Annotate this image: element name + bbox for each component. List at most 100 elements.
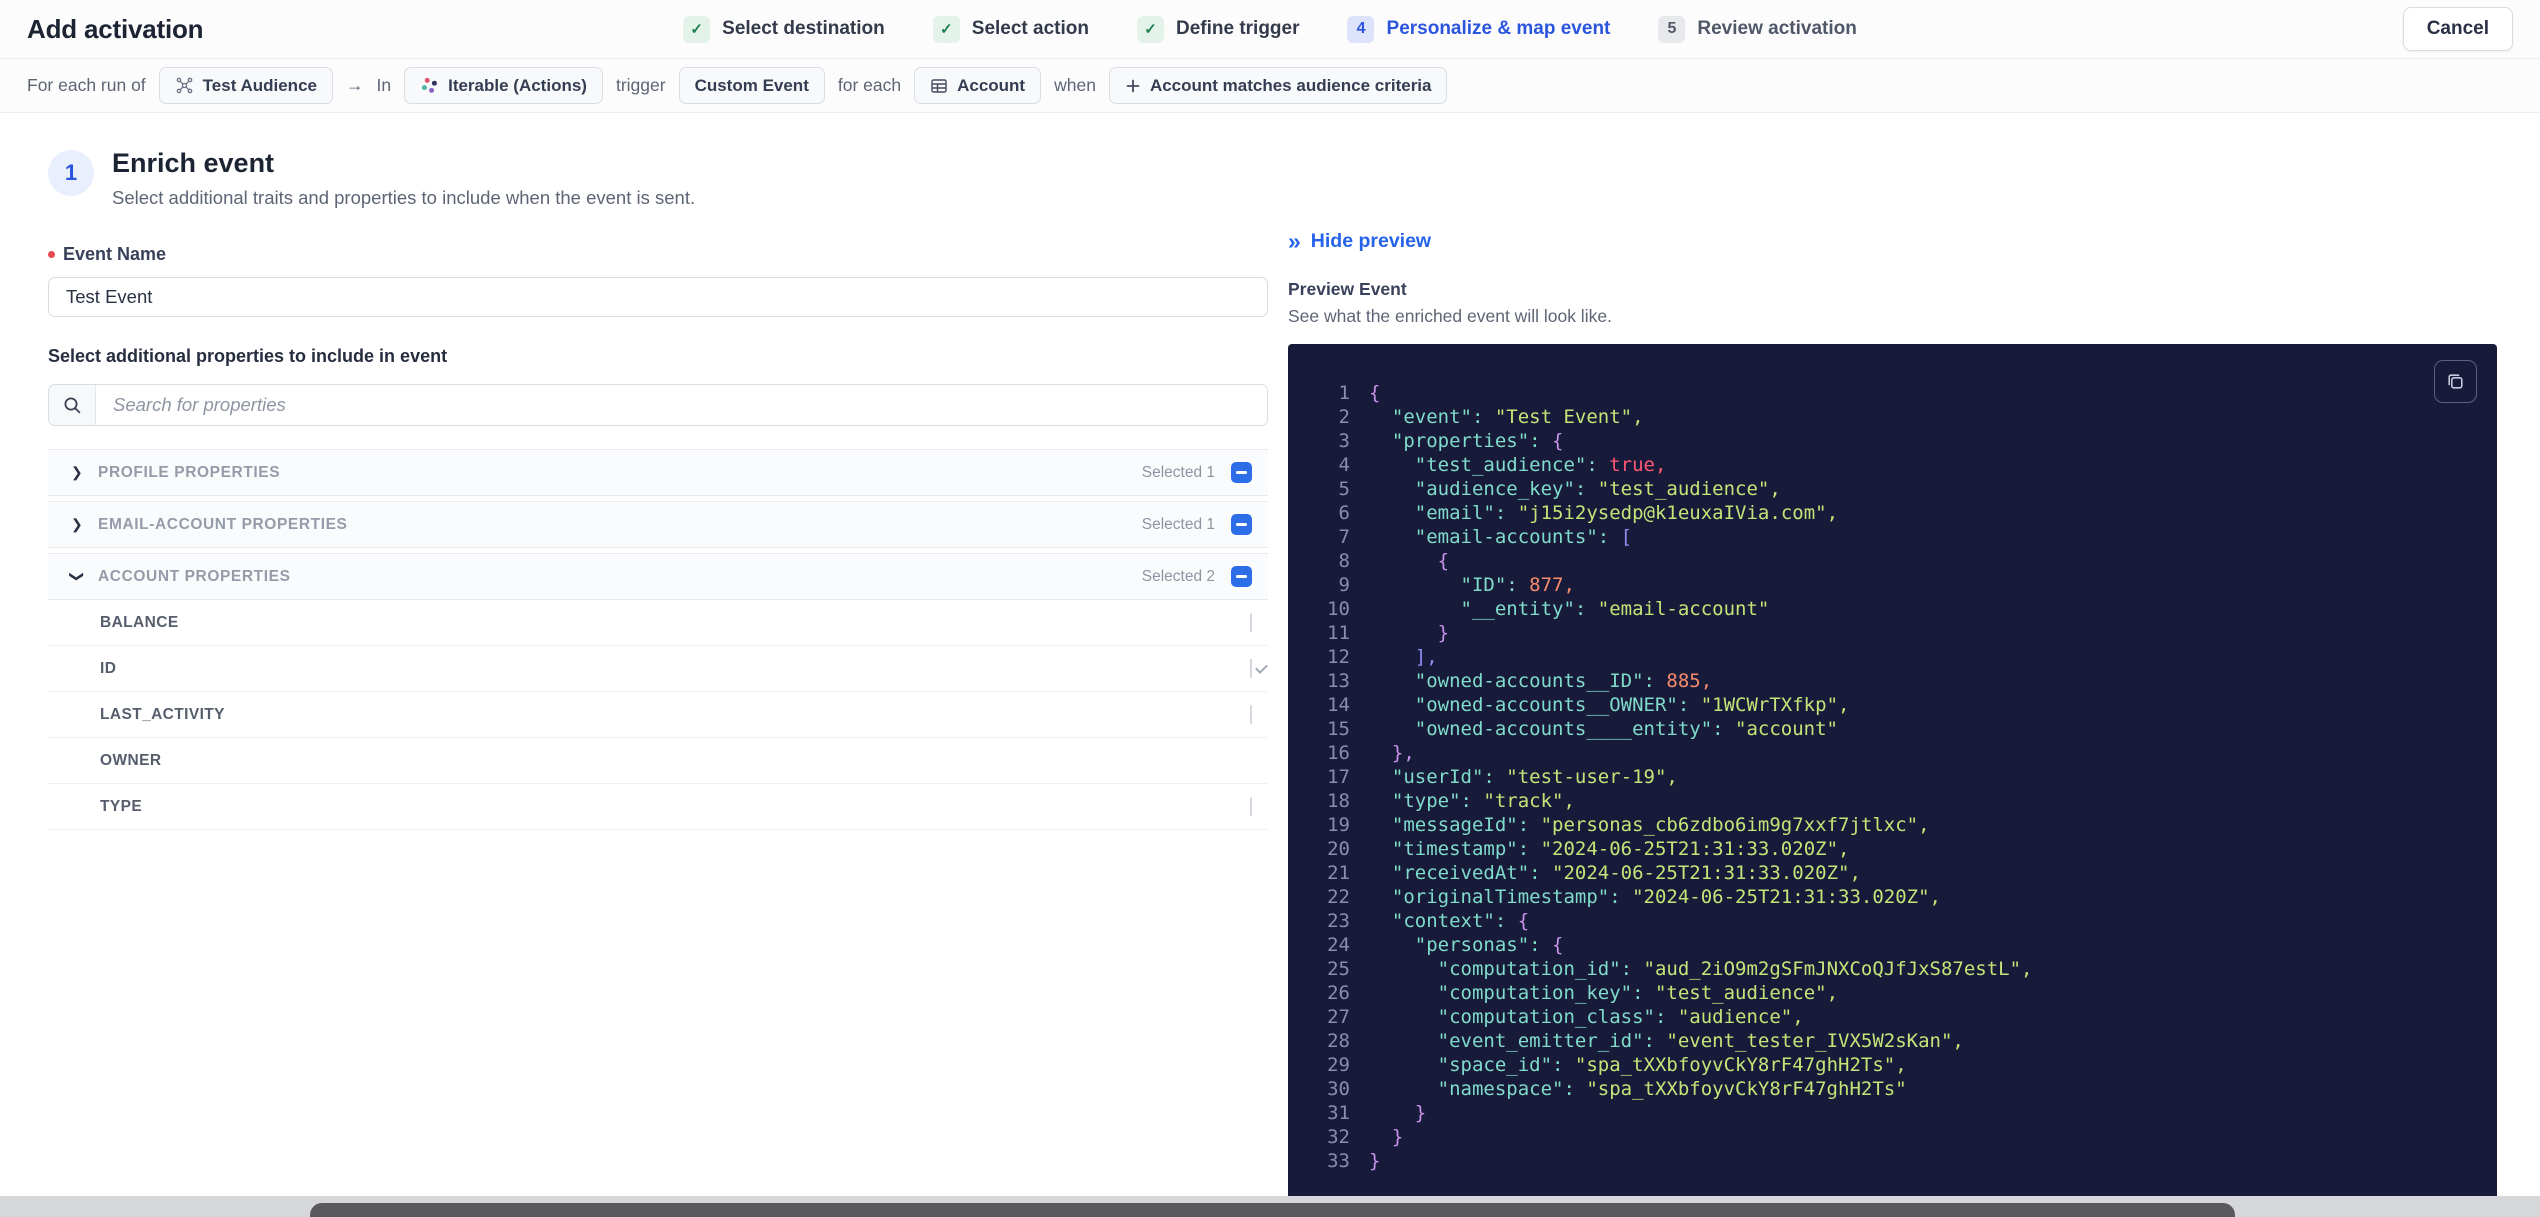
property-checkbox[interactable]	[1250, 658, 1252, 678]
cancel-button[interactable]: Cancel	[2402, 7, 2513, 51]
code-text: "userId": "test-user-19",	[1369, 766, 1678, 788]
line-number: 22	[1327, 886, 1350, 908]
audience-icon	[175, 76, 194, 95]
property-group-header[interactable]: ❯ PROFILE PROPERTIES Selected 1	[48, 449, 1268, 496]
chevron-right-icon: ❯	[71, 516, 83, 532]
summary-chip[interactable]: Account	[914, 67, 1042, 104]
wizard-step[interactable]: 5 Review activation	[1658, 15, 1857, 43]
wizard-step[interactable]: 4 Personalize & map event	[1347, 15, 1610, 43]
section-title: Enrich event	[112, 148, 275, 178]
property-label: LAST_ACTIVITY	[100, 705, 225, 723]
summary-chip[interactable]: Iterable (Actions)	[404, 67, 603, 104]
line-number: 7	[1338, 526, 1350, 548]
line-number: 20	[1327, 838, 1350, 860]
summary-chip[interactable]: Test Audience	[158, 67, 333, 104]
code-line: 17 "userId": "test-user-19",	[1316, 765, 2477, 789]
property-row[interactable]: BALANCE	[48, 600, 1268, 646]
property-label: OWNER	[100, 751, 162, 769]
code-line: 11 }	[1316, 621, 2477, 645]
line-number: 16	[1327, 742, 1350, 764]
step-label: Define trigger	[1175, 18, 1300, 39]
code-text: "test_audience": true,	[1369, 454, 1667, 476]
wizard-header: Add activation ✓ Select destination ✓ Selec…	[0, 0, 2540, 59]
code-text: ],	[1369, 646, 1438, 668]
code-line: 29 "space_id": "spa_tXXbfoyvCkY8rF47ghH2…	[1316, 1053, 2477, 1077]
property-row[interactable]: TYPE	[48, 784, 1268, 830]
step-check-icon: ✓	[932, 15, 960, 43]
line-number: 30	[1327, 1078, 1350, 1100]
property-checkbox[interactable]	[1250, 796, 1252, 816]
code-line: 30 "namespace": "spa_tXXbfoyvCkY8rF47ghH…	[1316, 1077, 2477, 1101]
property-checkbox[interactable]	[1250, 612, 1252, 632]
group-checkbox[interactable]	[1231, 514, 1252, 535]
group-checkbox[interactable]	[1231, 566, 1252, 587]
property-row[interactable]: ID	[48, 646, 1268, 692]
event-name-input[interactable]	[48, 277, 1268, 317]
event-name-label: Event Name	[48, 244, 1268, 265]
chip-label: Test Audience	[202, 75, 317, 95]
json-code: 1{2 "event": "Test Event", 3 "properties"…	[1316, 381, 2477, 1173]
line-number: 5	[1338, 478, 1350, 500]
summary-chip[interactable]: Account matches audience criteria	[1108, 67, 1448, 104]
code-line: 27 "computation_class": "audience",	[1316, 1005, 2477, 1029]
properties-search-input[interactable]	[96, 385, 1267, 425]
code-text: "owned-accounts____entity": "account"	[1369, 718, 1838, 740]
hide-preview-button[interactable]: » Hide preview	[1288, 230, 1431, 253]
property-checkbox-wrap	[1250, 612, 1252, 632]
summary-text: when	[1054, 75, 1096, 95]
property-group-header[interactable]: ❯ ACCOUNT PROPERTIES Selected 2	[48, 553, 1268, 600]
step-check-icon: ✓	[1136, 15, 1164, 43]
iterable-icon	[420, 76, 439, 95]
line-number: 25	[1327, 958, 1350, 980]
code-line: 3 "properties": {	[1316, 429, 2477, 453]
line-number: 8	[1338, 550, 1350, 572]
code-text: }	[1369, 1126, 1404, 1148]
property-groups: ❯ PROFILE PROPERTIES Selected 1 ❯ EMAIL-ACCO…	[48, 449, 1268, 830]
wizard-step[interactable]: ✓ Select action	[932, 15, 1089, 43]
code-line: 33}	[1316, 1149, 2477, 1173]
summary-text: for each	[837, 75, 902, 95]
group-checkbox[interactable]	[1231, 462, 1252, 483]
property-checkbox[interactable]	[1250, 704, 1252, 724]
chip-label: Custom Event	[694, 75, 809, 95]
line-number: 26	[1327, 982, 1350, 1004]
step-number-badge: 1	[48, 150, 94, 196]
code-line: 8 {	[1316, 549, 2477, 573]
wizard-step[interactable]: ✓ Define trigger	[1136, 15, 1300, 43]
property-group-header[interactable]: ❯ EMAIL-ACCOUNT PROPERTIES Selected 1	[48, 501, 1268, 548]
property-row[interactable]: LAST_ACTIVITY	[48, 692, 1268, 738]
line-number: 12	[1327, 646, 1350, 668]
required-dot-icon	[48, 251, 55, 258]
enrich-event-section: 1 Enrich event Select additional traits …	[48, 148, 1268, 1215]
code-text: "__entity": "email-account"	[1369, 598, 1770, 620]
line-number: 18	[1327, 790, 1350, 812]
code-line: 5 "audience_key": "test_audience",	[1316, 477, 2477, 501]
copy-icon	[2448, 374, 2463, 389]
selected-count: Selected 1	[1141, 515, 1215, 533]
code-text: }	[1369, 622, 1450, 644]
property-label: ID	[100, 659, 117, 677]
line-number: 9	[1338, 574, 1350, 596]
summary-chip[interactable]: Custom Event	[678, 67, 825, 104]
line-number: 33	[1327, 1150, 1350, 1172]
code-text: "space_id": "spa_tXXbfoyvCkY8rF47ghH2Ts"…	[1369, 1054, 1907, 1076]
copy-button[interactable]	[2434, 360, 2477, 403]
summary-text: →	[345, 75, 364, 95]
code-text: "ID": 877,	[1369, 574, 1575, 596]
line-number: 10	[1327, 598, 1350, 620]
chevron-right-icon: ❯	[71, 464, 83, 480]
property-checkbox-wrap	[1250, 796, 1252, 816]
code-text: "timestamp": "2024-06-25T21:31:33.020Z",	[1369, 838, 1850, 860]
wizard-step[interactable]: ✓ Select destination	[683, 15, 885, 43]
code-text: "originalTimestamp": "2024-06-25T21:31:3…	[1369, 886, 1941, 908]
property-label: TYPE	[100, 797, 143, 815]
code-text: {	[1369, 550, 1450, 572]
property-row[interactable]: OWNER	[48, 738, 1268, 784]
chip-label: Account matches audience criteria	[1149, 75, 1432, 95]
line-number: 6	[1338, 502, 1350, 524]
code-text: }	[1369, 1102, 1427, 1124]
code-text: "event_emitter_id": "event_tester_IVX5W2…	[1369, 1030, 1964, 1052]
line-number: 21	[1327, 862, 1350, 884]
code-text: "email": "j15i2ysedp@k1euxaIVia.com",	[1369, 502, 1839, 524]
code-text: "event": "Test Event",	[1369, 406, 1644, 428]
